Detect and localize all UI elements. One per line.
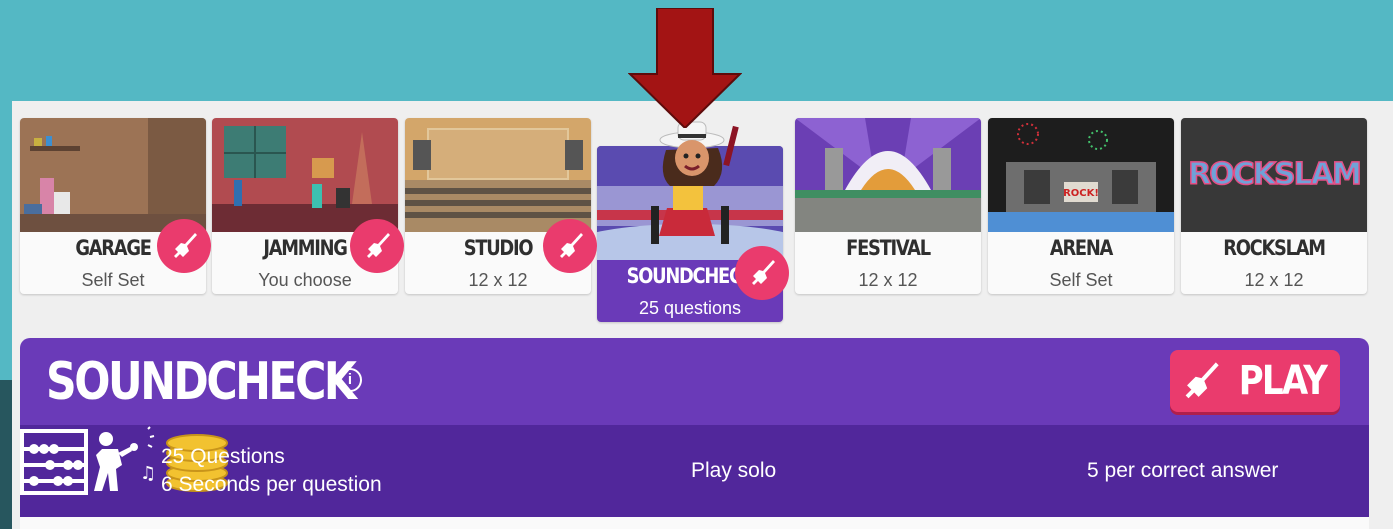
jamming-thumbnail: [212, 118, 398, 232]
mode-name: ROCKSLAM: [1223, 236, 1326, 260]
mode-title: SOUNDCHECK: [46, 352, 357, 412]
guitar-icon[interactable]: [350, 219, 404, 273]
annotation-arrow: [628, 8, 742, 128]
mode-subtitle: 25 questions: [638, 298, 742, 318]
play-button[interactable]: PLAY: [1170, 350, 1340, 412]
arena-thumbnail: ROCK!: [988, 118, 1174, 232]
play-mode: Play solo: [691, 459, 777, 482]
mode-stats: 25 Questions 6 Seconds per question ♫ Pl…: [20, 425, 1369, 517]
guitar-icon[interactable]: [157, 219, 211, 273]
info-icon[interactable]: i: [338, 368, 362, 392]
play-label: PLAY: [1238, 358, 1327, 404]
guitar-icon: [1185, 362, 1219, 399]
svg-text:♫: ♫: [140, 463, 156, 484]
bottom-strip: [20, 517, 1369, 529]
seconds-per-question: 6 Seconds per question: [161, 473, 382, 496]
rockslam-logo-text: ROCKSLAM: [1188, 157, 1360, 192]
singer-icon: ♫: [94, 426, 157, 491]
mode-card-arena[interactable]: ROCK! ARENA Self Set: [988, 118, 1174, 294]
mode-name: ARENA: [1049, 236, 1113, 260]
garage-thumbnail: [20, 118, 206, 232]
mode-card-rockslam[interactable]: ROCKSLAM ROCKSLAM 12 x 12: [1181, 118, 1367, 294]
abacus-icon: [20, 429, 88, 495]
mode-subtitle: 12 x 12: [468, 270, 528, 290]
mode-card-festival[interactable]: FESTIVAL 12 x 12: [795, 118, 981, 294]
festival-thumbnail: [795, 118, 981, 232]
arena-sign-text: ROCK!: [1063, 188, 1099, 199]
reward-per-answer: 5 per correct answer: [1087, 459, 1279, 482]
mode-subtitle: Self Set: [1049, 270, 1113, 290]
rockstar-character: [659, 121, 739, 186]
mode-name: FESTIVAL: [846, 236, 931, 260]
questions-count: 25 Questions: [161, 445, 285, 468]
guitar-icon[interactable]: [735, 246, 789, 300]
mode-subtitle: 12 x 12: [858, 270, 918, 290]
mode-subtitle: 12 x 12: [1244, 270, 1304, 290]
rockslam-thumbnail: ROCKSLAM: [1181, 118, 1367, 232]
guitar-icon[interactable]: [543, 219, 597, 273]
mode-subtitle: You choose: [258, 270, 352, 290]
mode-subtitle: Self Set: [81, 270, 145, 290]
studio-thumbnail: [405, 118, 591, 232]
mode-banner: SOUNDCHECK i PLAY: [20, 338, 1369, 425]
